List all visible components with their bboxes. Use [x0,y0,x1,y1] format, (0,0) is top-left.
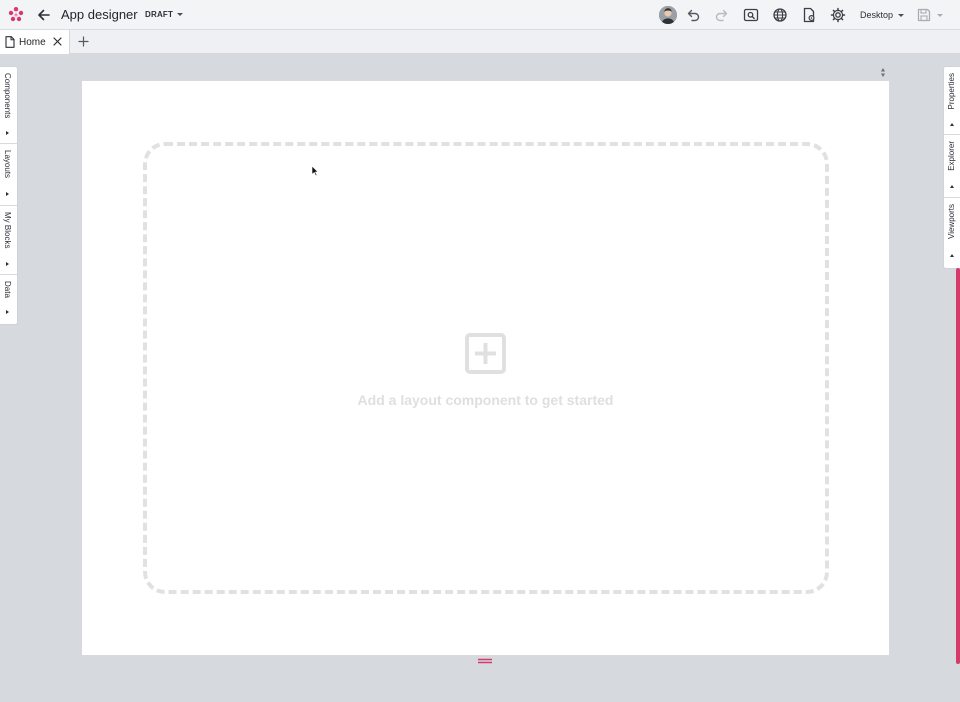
undo-icon[interactable] [685,7,701,23]
back-icon[interactable] [36,7,52,23]
panel-tab-properties[interactable]: Properties [944,67,960,135]
panel-tab-label: Data [3,281,12,298]
canvas-resize-handle[interactable] [478,658,492,664]
app-logo-icon [8,7,24,22]
panel-resize-handle[interactable] [956,268,960,664]
avatar[interactable] [659,6,677,24]
viewport-dropdown[interactable]: Desktop [860,10,905,20]
chevron-up-icon [950,123,954,126]
panel-tab-explorer[interactable]: Explorer [944,135,960,198]
preview-icon[interactable] [743,7,759,23]
chevron-right-icon [6,262,9,266]
chevron-right-icon [6,131,9,135]
left-panel-rail: Components Layouts My Blocks Data [0,66,18,325]
chevron-up-icon [950,185,954,188]
panel-tab-my-blocks[interactable]: My Blocks [0,206,17,275]
chevron-down-icon [898,13,905,17]
page-settings-icon[interactable] [801,7,817,23]
app-title: App designer [61,7,138,22]
panel-tab-label: Viewports [947,204,956,239]
empty-canvas-message: Add a layout component to get started [357,392,614,408]
add-layout-icon[interactable] [465,333,506,374]
chevron-right-icon [6,310,9,314]
gear-icon[interactable] [830,7,846,23]
panel-tab-label: Components [3,73,12,119]
panel-tab-label: My Blocks [3,212,12,249]
panel-tab-label: Layouts [3,150,12,179]
page-icon [5,36,15,48]
mouse-cursor-icon [311,165,319,177]
panel-tab-label: Explorer [947,141,956,171]
design-canvas[interactable]: Add a layout component to get started [82,81,889,655]
viewport-label: Desktop [860,10,894,20]
tab-home[interactable]: Home [0,30,70,54]
panel-tab-label: Properties [947,73,956,110]
panel-tab-layouts[interactable]: Layouts [0,144,17,206]
add-tab-icon[interactable] [78,36,89,47]
panel-tab-data[interactable]: Data [0,275,17,324]
tab-label: Home [19,37,46,48]
save-options-chevron-icon[interactable] [937,14,943,17]
status-dropdown[interactable]: DRAFT [145,10,184,19]
chevron-up-icon [950,254,954,257]
status-label: DRAFT [145,10,174,19]
top-bar: App designer DRAFT Desktop [0,0,960,30]
right-panel-rail: Properties Explorer Viewports [943,66,960,269]
chevron-down-icon [177,13,184,16]
pin-icon[interactable] [880,68,886,77]
save-icon[interactable] [916,7,932,23]
close-icon[interactable] [53,37,62,46]
tab-bar: Home [0,30,960,54]
globe-icon[interactable] [772,7,788,23]
redo-icon[interactable] [714,7,730,23]
panel-tab-components[interactable]: Components [0,67,17,144]
chevron-right-icon [6,192,9,196]
panel-tab-viewports[interactable]: Viewports [944,198,960,268]
